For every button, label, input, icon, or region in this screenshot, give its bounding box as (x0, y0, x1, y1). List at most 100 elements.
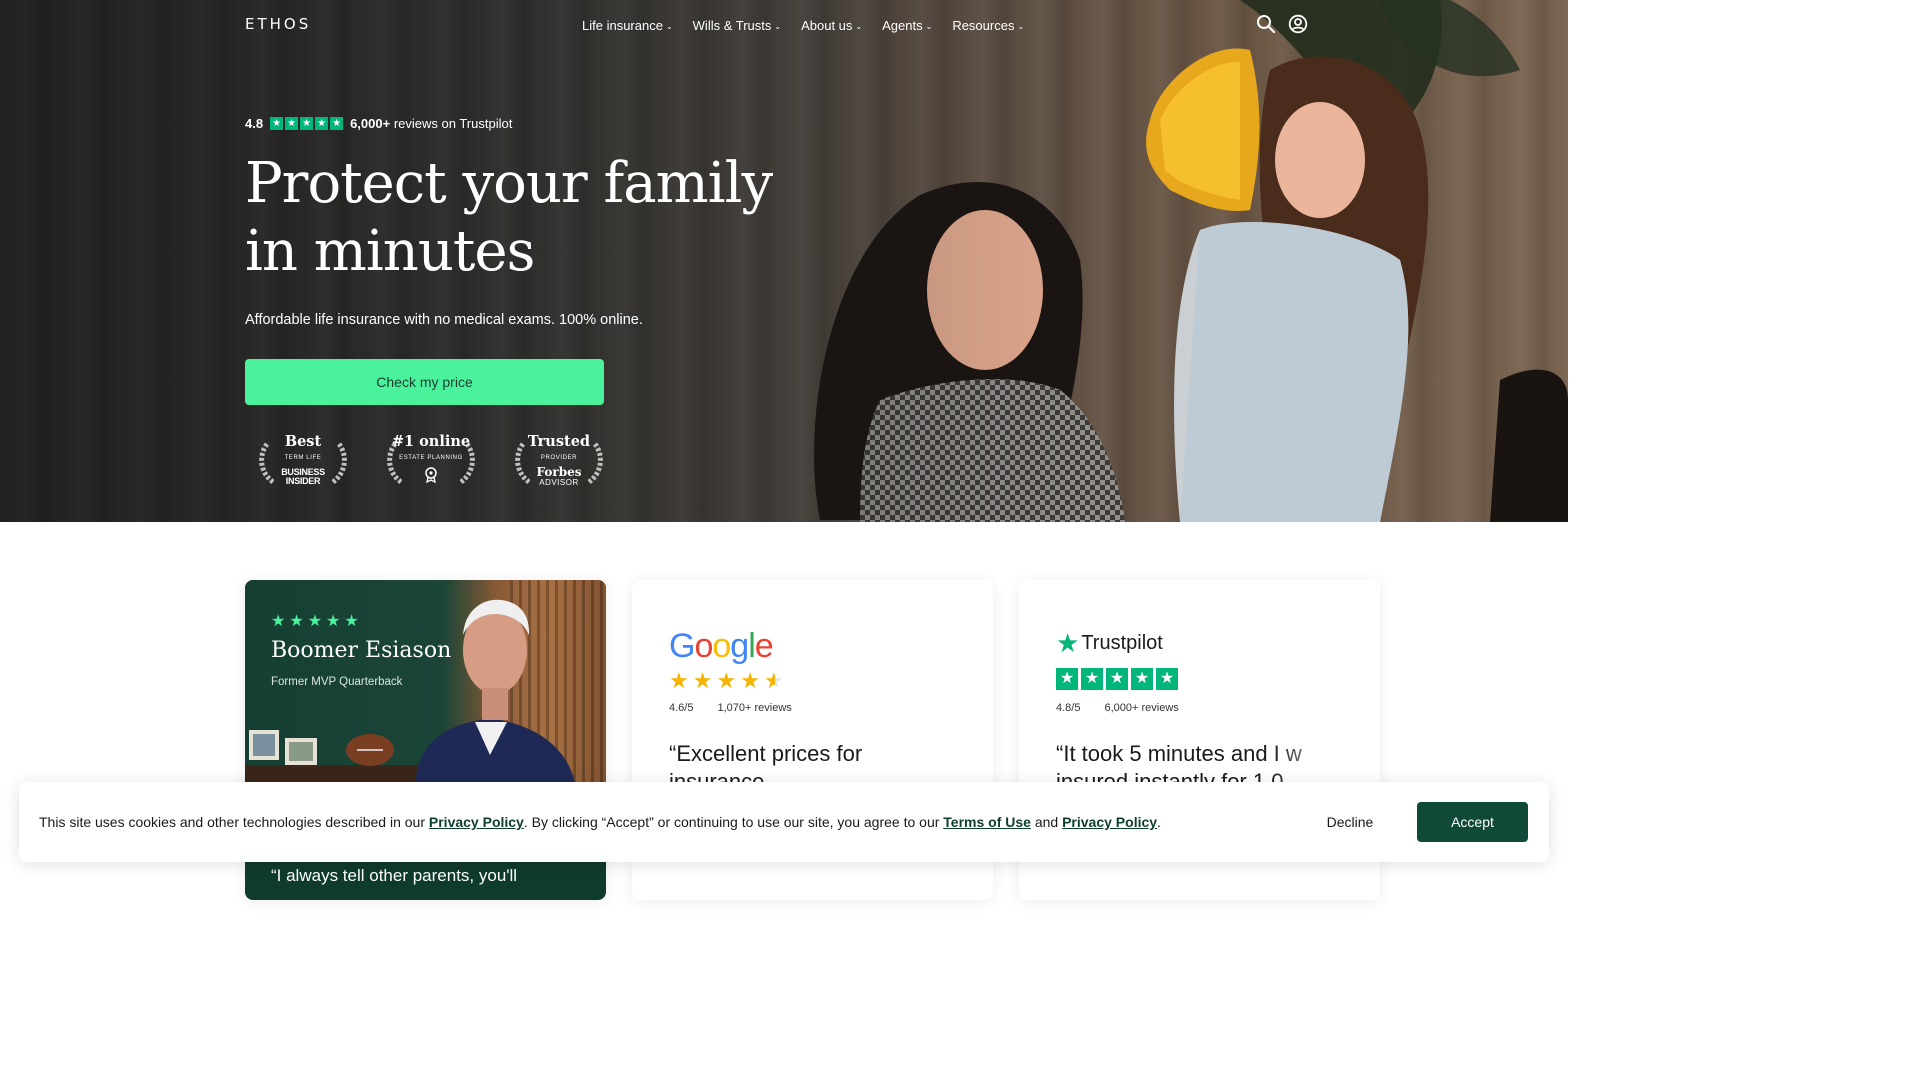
google-stats: 4.6/5 1,070+ reviews (669, 702, 792, 714)
nav-icons (1256, 14, 1308, 34)
star-icon: ★ (330, 117, 344, 130)
headline-line-2: in minutes (245, 219, 535, 284)
nav-resources[interactable]: Resources ⌄ (952, 18, 1024, 33)
nav-wills-trusts[interactable]: Wills & Trusts ⌄ (693, 18, 781, 33)
nav-about-us-label: About us (801, 18, 853, 33)
rating-count: 6,000+ reviews on Trustpilot (350, 116, 512, 131)
star-icon: ★ (1106, 668, 1128, 690)
star-icon: ★ (1081, 668, 1103, 690)
google-logo-letter: G (669, 627, 695, 665)
nav-resources-label: Resources (952, 18, 1015, 33)
badge-subtitle: TERM LIFE (284, 455, 322, 461)
testimonial-quote: “I always tell other parents, you'll (271, 866, 518, 885)
badge-forbes-advisor: Trusted PROVIDER Forbes ADVISOR (511, 432, 607, 498)
top-nav: ETHOS Life insurance ⌄ Wills & Trusts ⌄ Ab… (0, 0, 1568, 52)
quote-line-1: “Excellent prices for (669, 741, 863, 766)
check-my-price-button[interactable]: Check my price (245, 359, 604, 405)
search-icon[interactable] (1256, 14, 1276, 34)
star-icon: ★ (692, 668, 713, 693)
hero-subhead: Affordable life insurance with no medica… (245, 312, 643, 328)
chevron-down-icon: ⌄ (925, 22, 933, 31)
badge-business-insider: Best TERM LIFE BUSINESS INSIDER (255, 432, 351, 498)
google-logo-letter: g (730, 627, 749, 665)
testimonial-role: Former MVP Quarterback (271, 676, 403, 688)
google-rating: 4.6/5 (669, 702, 694, 714)
star-icon: ★ (1156, 668, 1178, 690)
trustpilot-logo-text: Trustpilot (1081, 631, 1163, 654)
star-icon: ★ (315, 117, 329, 130)
badge-title: Best (284, 433, 322, 450)
badge-title: #1 online (391, 433, 471, 450)
trustpilot-logo: ★ Trustpilot (1056, 628, 1163, 658)
quote-line-1: “It took 5 minutes and I w (1056, 741, 1302, 766)
badge-subtitle: PROVIDER (540, 455, 578, 461)
trustpilot-stats: 4.8/5 6,000+ reviews (1056, 702, 1179, 714)
star-icon: ★ (271, 613, 286, 630)
google-logo-letter: o (694, 627, 713, 665)
star-icon: ★ (300, 117, 314, 130)
cookie-banner: This site uses cookies and other technol… (19, 782, 1549, 862)
headline-line-1: Protect your family (245, 151, 773, 216)
trustpilot-stars: ★ ★ ★ ★ ★ (270, 117, 344, 130)
privacy-policy-link-2[interactable]: Privacy Policy (1062, 814, 1157, 830)
star-icon: ★ (270, 117, 284, 130)
google-logo: Google (669, 627, 774, 666)
award-ribbon-icon (425, 467, 437, 484)
rating-count-number: 6,000+ (350, 116, 391, 131)
ethos-logo[interactable]: ETHOS (245, 15, 311, 33)
star-icon: ★ (716, 668, 737, 693)
cookie-message: This site uses cookies and other technol… (39, 814, 1161, 830)
star-icon: ★ (740, 668, 760, 693)
chevron-down-icon: ⌄ (1017, 22, 1025, 31)
google-review-count: 1,070+ reviews (717, 702, 792, 714)
award-badges: Best TERM LIFE BUSINESS INSIDER #1 onlin… (255, 432, 607, 498)
hero-headline: Protect your family in minutes (245, 150, 805, 286)
trustpilot-star-icon: ★ (1056, 628, 1080, 658)
badge-title: Trusted (527, 433, 591, 450)
star-icon: ★ (307, 613, 323, 630)
star-icon: ★ (1056, 668, 1078, 690)
badge-brand-line-2: INSIDER (285, 476, 321, 486)
trustpilot-review-count: 6,000+ reviews (1104, 702, 1179, 714)
star-icon: ★ (326, 613, 341, 630)
account-icon[interactable] (1288, 14, 1308, 34)
badge-subtitle: ESTATE PLANNING (399, 455, 463, 461)
nav-about-us[interactable]: About us ⌄ (801, 18, 862, 33)
star-icon: ★ (344, 613, 359, 630)
trustpilot-rating-value: 4.8/5 (1056, 702, 1081, 714)
cookie-text-segment: . (1157, 814, 1161, 830)
rating-score: 4.8 (245, 116, 264, 131)
trustpilot-rating[interactable]: 4.8 ★ ★ ★ ★ ★ 6,000+ reviews on Trustpil… (245, 116, 512, 131)
trustpilot-rating-stars: ★ ★ ★ ★ ★ (1056, 668, 1178, 690)
terms-of-use-link[interactable]: Terms of Use (943, 814, 1031, 830)
nav-life-insurance[interactable]: Life insurance ⌄ (582, 18, 673, 33)
decline-button[interactable]: Decline (1309, 802, 1391, 842)
cookie-text-segment: . By clicking “Accept” or continuing to … (523, 814, 944, 830)
star-icon: ★ (669, 668, 689, 693)
star-icon: ★ (289, 613, 304, 630)
rating-count-suffix: reviews on Trustpilot (393, 116, 513, 131)
badge-estate-planning: #1 online ESTATE PLANNING (383, 432, 479, 498)
hero-section: ETHOS Life insurance ⌄ Wills & Trusts ⌄ Ab… (0, 0, 1568, 522)
testimonial-name: Boomer Esiason (271, 638, 452, 663)
half-star-icon: ★ (763, 668, 784, 693)
cookie-text-segment: This site uses cookies and other technol… (39, 814, 429, 830)
google-logo-letter: e (754, 627, 774, 665)
badge-brand: Forbes (536, 465, 582, 479)
cookie-text-segment: and (1030, 814, 1063, 830)
privacy-policy-link[interactable]: Privacy Policy (429, 814, 524, 830)
chevron-down-icon: ⌄ (774, 22, 782, 31)
star-icon: ★ (285, 117, 299, 130)
chevron-down-icon: ⌄ (665, 22, 673, 31)
nav-agents-label: Agents (882, 18, 923, 33)
nav-life-insurance-label: Life insurance (582, 18, 663, 33)
nav-agents[interactable]: Agents ⌄ (882, 18, 932, 33)
google-rating-stars: ★ ★ ★ ★ ★ (669, 670, 784, 692)
accept-button[interactable]: Accept (1417, 802, 1528, 842)
chevron-down-icon: ⌄ (855, 22, 863, 31)
nav-wills-trusts-label: Wills & Trusts (692, 18, 772, 33)
badge-brand-line-2: ADVISOR (539, 478, 579, 487)
google-logo-letter: o (712, 627, 731, 665)
nav-links: Life insurance ⌄ Wills & Trusts ⌄ About us… (582, 18, 1024, 33)
rating-stars: ★ ★ ★ ★ ★ (271, 613, 359, 631)
